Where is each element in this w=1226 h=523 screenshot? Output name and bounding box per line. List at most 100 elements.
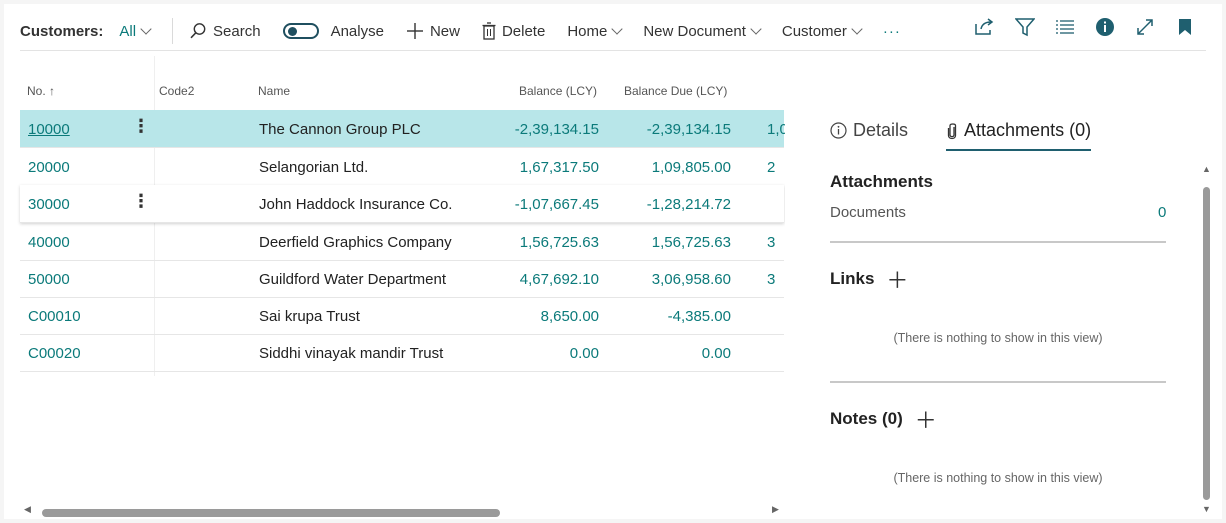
expand-icon[interactable] [1134, 16, 1156, 38]
scroll-right-arrow-icon[interactable]: ▶ [772, 504, 779, 515]
search-button[interactable]: Search [189, 22, 261, 40]
customer-name: Deerfield Graphics Company [259, 234, 452, 251]
balance-value[interactable]: 1,56,725.63 [520, 234, 599, 251]
links-empty-message: (There is nothing to show in this view) [893, 331, 1103, 345]
balance-value[interactable]: -1,07,667.45 [515, 196, 599, 213]
paperclip-icon [946, 122, 958, 140]
customer-no-link[interactable]: 30000 [28, 196, 70, 213]
section-divider [830, 381, 1166, 383]
info-icon[interactable] [1094, 16, 1116, 38]
balance-value[interactable]: 8,650.00 [541, 308, 599, 325]
balance-value[interactable]: -2,39,134.15 [515, 121, 599, 138]
share-icon[interactable] [974, 16, 996, 38]
view-filter-label: All [119, 22, 137, 40]
page-title: Customers: [20, 22, 104, 40]
column-header-balance[interactable]: Balance (LCY) [519, 84, 597, 98]
chevron-down-icon [750, 23, 762, 35]
truncated-value: 3 [767, 234, 776, 251]
balance-due-value[interactable]: -2,39,134.15 [647, 121, 731, 138]
balance-value[interactable]: 4,67,692.10 [520, 271, 599, 288]
tab-details[interactable]: Details [830, 120, 908, 151]
home-menu[interactable]: Home [567, 23, 623, 40]
add-link-icon[interactable]: ＋ [886, 263, 908, 295]
tab-details-label: Details [853, 120, 909, 140]
table-row[interactable]: C00020 Siddhi vinayak mandir Trust 0.00 … [20, 334, 784, 372]
more-options-icon: ··· [882, 22, 901, 40]
new-document-label: New Document [643, 22, 746, 40]
documents-count[interactable]: 0 [1158, 204, 1166, 221]
toggle-switch-icon [282, 23, 319, 39]
chevron-down-icon [851, 23, 863, 35]
customer-no-link[interactable]: 40000 [28, 234, 70, 251]
new-button[interactable]: New [406, 22, 460, 40]
table-row[interactable]: 10000 ⋮ The Cannon Group PLC -2,39,134.1… [20, 110, 788, 148]
scroll-up-arrow-icon[interactable]: ▲ [1202, 164, 1211, 174]
column-header-balance-due[interactable]: Balance Due (LCY) [624, 84, 727, 98]
attachments-section-title: Attachments [830, 172, 933, 192]
analyse-toggle[interactable]: Analyse [282, 22, 384, 40]
table-row[interactable]: 20000 Selangorian Ltd. 1,67,317.50 1,09,… [20, 148, 784, 186]
trash-icon [482, 22, 496, 40]
column-header-code2[interactable]: Code2 [159, 84, 194, 98]
delete-button[interactable]: Delete [482, 22, 545, 40]
filter-icon[interactable] [1014, 16, 1036, 38]
customer-name: Sai krupa Trust [259, 308, 360, 325]
truncated-value: 2 [767, 159, 776, 176]
links-title-text: Links [830, 269, 875, 288]
factbox-pane: Details Attachments (0) Attachments Docu… [785, 110, 1222, 515]
scroll-left-arrow-icon[interactable]: ◀ [24, 504, 31, 515]
more-options-button[interactable]: ··· [883, 23, 901, 40]
links-section-title: Links ＋ [830, 263, 908, 295]
scroll-down-arrow-icon[interactable]: ▼ [1202, 504, 1211, 514]
balance-due-value[interactable]: -4,385.00 [668, 308, 731, 325]
customer-no-link[interactable]: 50000 [28, 271, 70, 288]
customer-name: Guildford Water Department [259, 271, 447, 288]
info-outline-icon [830, 122, 847, 139]
page: Customers: All Search Analyse New Delete… [4, 4, 1222, 519]
column-header-name[interactable]: Name [258, 84, 290, 98]
analyse-label: Analyse [330, 22, 384, 40]
attachments-title-text: Attachments [830, 172, 933, 191]
chevron-down-icon [140, 23, 152, 35]
table-row[interactable]: C00010 Sai krupa Trust 8,650.00 -4,385.0… [20, 297, 784, 335]
search-label: Search [213, 22, 261, 40]
action-bar-right [974, 16, 1196, 38]
balance-due-value[interactable]: 0.00 [702, 345, 731, 362]
action-bar: Customers: All Search Analyse New Delete… [20, 12, 1206, 51]
column-header-no[interactable]: No. ↑ [27, 84, 55, 98]
customer-menu[interactable]: Customer [782, 23, 863, 40]
customer-no-link[interactable]: C00020 [28, 345, 81, 362]
table-row[interactable]: 30000 ⋮ John Haddock Insurance Co. -1,07… [20, 185, 784, 223]
tab-attachments[interactable]: Attachments (0) [946, 120, 1092, 151]
add-note-icon[interactable]: ＋ [915, 403, 937, 435]
balance-value[interactable]: 1,67,317.50 [520, 159, 599, 176]
customer-name: Siddhi vinayak mandir Trust [259, 345, 444, 362]
list-view-icon[interactable] [1054, 16, 1076, 38]
balance-due-value[interactable]: -1,28,214.72 [647, 196, 731, 213]
notes-empty-message: (There is nothing to show in this view) [893, 471, 1103, 485]
search-icon [189, 22, 207, 40]
customer-no-link[interactable]: C00010 [28, 308, 81, 325]
customer-name: Selangorian Ltd. [259, 159, 369, 176]
horizontal-scrollbar[interactable] [42, 509, 500, 517]
balance-due-value[interactable]: 1,56,725.63 [652, 234, 731, 251]
bookmark-icon[interactable] [1174, 16, 1196, 38]
balance-due-value[interactable]: 1,09,805.00 [652, 159, 731, 176]
customer-name: The Cannon Group PLC [259, 121, 421, 138]
section-divider [830, 241, 1166, 243]
view-filter-dropdown[interactable]: All [119, 22, 152, 40]
new-label: New [429, 22, 460, 40]
balance-due-value[interactable]: 3,06,958.60 [652, 271, 731, 288]
new-document-menu[interactable]: New Document [643, 22, 762, 40]
balance-value[interactable]: 0.00 [570, 345, 599, 362]
vertical-scrollbar[interactable] [1203, 187, 1210, 500]
table-row[interactable]: 40000 Deerfield Graphics Company 1,56,72… [20, 223, 784, 261]
documents-label: Documents [830, 204, 906, 221]
table-row[interactable]: 50000 Guildford Water Department 4,67,69… [20, 260, 784, 298]
plus-icon [406, 22, 424, 40]
customer-no-link[interactable]: 20000 [28, 159, 70, 176]
row-actions-icon[interactable]: ⋮ [132, 191, 150, 212]
factbox-tabs: Details Attachments (0) [830, 120, 1092, 151]
customer-no-link[interactable]: 10000 [28, 121, 70, 138]
row-actions-icon[interactable]: ⋮ [132, 116, 150, 137]
